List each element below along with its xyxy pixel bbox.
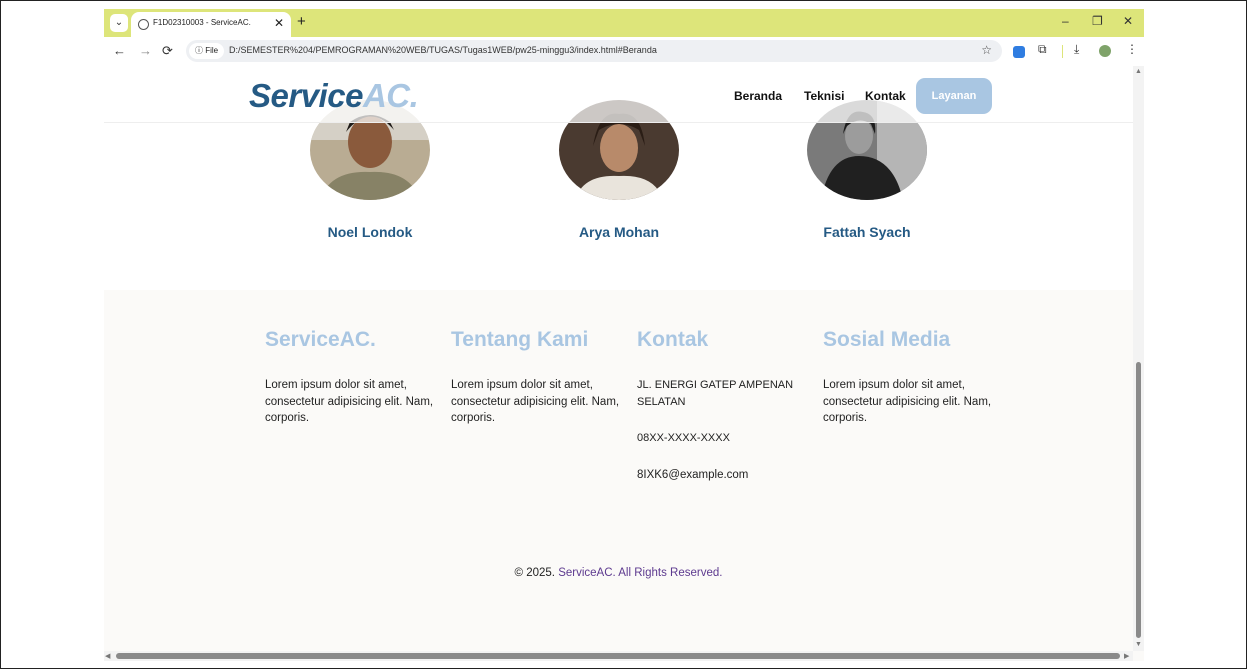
file-label: File [205, 46, 219, 55]
browser-toolbar: ← → ⟳ ⓘ File D:/SEMESTER%204/PEMROGRAMAN… [104, 37, 1144, 66]
tab-search-icon[interactable]: ⌄ [110, 14, 128, 32]
nav-link-kontak[interactable]: Kontak [865, 89, 906, 103]
browser-window: ⌄ F1D02310003 - ServiceAC. ✕ + – ❐ ✕ ← →… [104, 9, 1144, 661]
minimize-icon[interactable]: – [1062, 14, 1069, 28]
copyright-brand: ServiceAC. All Rights Reserved. [558, 567, 723, 579]
member-name: Arya Mohan [578, 224, 660, 240]
footer-text: Lorem ipsum dolor sit amet, consectetur … [823, 379, 992, 424]
contact-address: JL. ENERGI GATEP AMPENAN SELATAN [637, 379, 794, 408]
contact-email[interactable]: 8IXK6@example.com [637, 467, 797, 484]
footer-heading: Sosial Media [823, 328, 951, 351]
globe-icon [138, 19, 149, 30]
back-icon[interactable]: ← [113, 43, 126, 58]
close-window-icon[interactable]: ✕ [1123, 14, 1133, 28]
contact-phone: 08XX-XXXX-XXXX [637, 432, 730, 444]
logo-main-text: Service [249, 77, 363, 114]
scroll-up-arrow-icon[interactable]: ▲ [1135, 68, 1142, 75]
horizontal-scrollbar[interactable]: ◀ ▶ [104, 651, 1133, 661]
extension-icon[interactable] [1013, 46, 1025, 58]
page-viewport: Noel Londok Arya Mohan Fattah Syach Serv… [104, 66, 1133, 651]
footer-column-about: Tentang Kami Lorem ipsum dolor sit amet,… [451, 328, 621, 427]
browser-tab[interactable]: F1D02310003 - ServiceAC. ✕ [131, 12, 291, 37]
extensions-puzzle-icon[interactable]: ⧉ [1038, 42, 1047, 57]
reload-icon[interactable]: ⟳ [162, 43, 173, 59]
screenshot-frame: ⌄ F1D02310003 - ServiceAC. ✕ + – ❐ ✕ ← →… [0, 0, 1247, 669]
footer-column-social: Sosial Media Lorem ipsum dolor sit amet,… [823, 328, 993, 427]
nav-link-beranda[interactable]: Beranda [734, 89, 782, 103]
vertical-scrollbar[interactable]: ▲ ▼ [1133, 66, 1144, 651]
tab-title: F1D02310003 - ServiceAC. [153, 18, 251, 27]
copyright-prefix: © 2025. [514, 567, 555, 579]
address-bar[interactable]: ⓘ File D:/SEMESTER%204/PEMROGRAMAN%20WEB… [186, 40, 1002, 62]
forward-icon[interactable]: → [139, 43, 152, 58]
member-name: Noel Londok [327, 224, 413, 240]
member-name: Fattah Syach [823, 224, 911, 240]
site-footer: ServiceAC. Lorem ipsum dolor sit amet, c… [104, 290, 1133, 651]
copyright-text: © 2025. ServiceAC. All Rights Reserved. [104, 567, 1133, 579]
scroll-right-arrow-icon[interactable]: ▶ [1124, 652, 1129, 660]
profile-avatar-icon[interactable] [1099, 45, 1111, 57]
footer-heading: ServiceAC. [265, 328, 376, 351]
bookmark-star-icon[interactable]: ☆ [981, 43, 992, 57]
menu-icon[interactable]: ⋮ [1126, 42, 1138, 56]
footer-column-brand: ServiceAC. Lorem ipsum dolor sit amet, c… [265, 328, 435, 427]
url-text[interactable]: D:/SEMESTER%204/PEMROGRAMAN%20WEB/TUGAS/… [229, 45, 657, 55]
file-info-chip[interactable]: ⓘ File [189, 43, 225, 59]
footer-heading: Tentang Kami [451, 328, 589, 351]
new-tab-button[interactable]: + [297, 13, 306, 30]
logo-accent-text: AC. [362, 77, 419, 114]
layanan-button[interactable]: Layanan [916, 78, 992, 114]
scroll-left-arrow-icon[interactable]: ◀ [105, 652, 110, 660]
horizontal-scroll-thumb[interactable] [116, 653, 1120, 659]
site-header: ServiceAC. Beranda Teknisi Kontak Layana… [104, 66, 1133, 123]
vertical-scroll-thumb[interactable] [1136, 362, 1141, 638]
footer-text: Lorem ipsum dolor sit amet, consectetur … [451, 379, 620, 424]
restore-icon[interactable]: ❐ [1092, 14, 1103, 28]
toolbar-divider [1062, 45, 1063, 58]
tab-strip: ⌄ F1D02310003 - ServiceAC. ✕ + – ❐ ✕ [104, 9, 1144, 37]
download-icon[interactable]: ⤓ [1074, 42, 1079, 57]
scroll-down-arrow-icon[interactable]: ▼ [1135, 641, 1142, 648]
footer-column-contact: Kontak JL. ENERGI GATEP AMPENAN SELATAN … [637, 328, 797, 483]
site-logo[interactable]: ServiceAC. [249, 77, 419, 115]
footer-heading: Kontak [637, 328, 709, 351]
footer-text: Lorem ipsum dolor sit amet, consectetur … [265, 379, 434, 424]
nav-link-teknisi[interactable]: Teknisi [804, 89, 844, 103]
tab-close-icon[interactable]: ✕ [274, 16, 284, 30]
